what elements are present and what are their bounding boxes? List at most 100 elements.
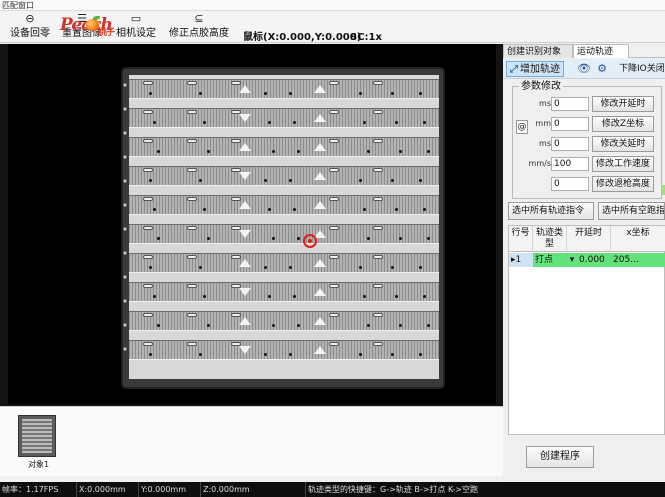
strip-dot (359, 92, 362, 95)
edge-bead (123, 347, 127, 351)
param-group-title: 参数修改 (519, 81, 563, 92)
gear-icon[interactable]: ⚙ (595, 62, 609, 76)
strip-dot (268, 121, 271, 124)
app-window: 匹配窗口 ⊖ 设备回零 ☰ 重置图像 ▭ 相机设定 ⊆ 修正点胶高度 鼠标(X:… (0, 0, 665, 497)
speed-input[interactable]: 100 (551, 157, 589, 171)
triangle-mark (314, 288, 326, 296)
strip-dot (289, 179, 292, 182)
strip-dot (199, 266, 202, 269)
strip-dot (289, 353, 292, 356)
strip-dot (264, 353, 267, 356)
triangle-mark (239, 114, 251, 122)
carrier-strip (129, 253, 439, 273)
strip-hole (187, 226, 197, 230)
strip-dot (293, 121, 296, 124)
edge-bead (123, 203, 127, 207)
tab-create-object[interactable]: 创建识别对象 (503, 44, 573, 58)
green-indicator (661, 185, 665, 195)
open-delay-input[interactable]: 0 (551, 97, 589, 111)
modify-open-delay-button[interactable]: 修改开延时 (592, 96, 654, 112)
edge-bead (123, 275, 127, 279)
edge-bead (123, 299, 127, 303)
strip-dot (423, 121, 426, 124)
strip-dot (149, 179, 152, 182)
io-status-label: 下降IO关闭 (619, 64, 665, 74)
strip-dot (419, 92, 422, 95)
strip-hole (329, 81, 339, 85)
object-thumbnail-bar: 对象1 (0, 406, 503, 476)
header-open-delay: 开延时 (567, 226, 611, 252)
crosshair-marker[interactable] (303, 234, 317, 248)
modify-retract-height-button[interactable]: 修改退枪高度 (592, 176, 654, 192)
strip-hole (187, 81, 197, 85)
close-delay-input[interactable]: 0 (551, 137, 589, 151)
strip-dot (363, 295, 366, 298)
strip-hole (329, 255, 339, 259)
modify-speed-button[interactable]: 修改工作速度 (592, 156, 654, 172)
tab-motion-track[interactable]: 运动轨迹 (573, 44, 629, 58)
triangle-mark (239, 172, 251, 180)
strip-dot (272, 237, 275, 240)
strip-dot (264, 179, 267, 182)
modify-close-delay-button[interactable]: 修改关延时 (592, 136, 654, 152)
strip-dot (427, 237, 430, 240)
dropdown-arrow-icon[interactable]: ▾ (567, 253, 577, 267)
strip-dot (359, 179, 362, 182)
right-panel: 创建识别对象 运动轨迹 ⤢ 增加轨迹 👁 ⚙ 下降IO关闭 参数修改 @ ms 0… (503, 44, 665, 482)
edge-bead (123, 107, 127, 111)
header-row-no: 行号 (509, 226, 533, 252)
strip-dot (199, 92, 202, 95)
strip-hole (143, 342, 153, 346)
triangle-mark (239, 259, 251, 267)
return-zero-button[interactable]: ⊖ 设备回零 (6, 11, 54, 43)
strip-dot (153, 208, 156, 211)
strip-dot (419, 266, 422, 269)
strip-dot (359, 353, 362, 356)
strip-dot (207, 237, 210, 240)
open-delay-cell[interactable]: 0.000 (577, 253, 611, 267)
carrier-strip (129, 311, 439, 331)
strip-hole (143, 81, 153, 85)
strip-dot (157, 237, 160, 240)
strip-hole (187, 168, 197, 172)
strip-hole (373, 81, 383, 85)
select-all-tracks-button[interactable]: 选中所有轨迹指令 (508, 202, 594, 220)
strip-hole (143, 284, 153, 288)
strip-hole (187, 197, 197, 201)
strip-dot (149, 353, 152, 356)
strip-hole (143, 139, 153, 143)
track-type-select[interactable]: 打点 (533, 253, 567, 267)
strip-dot (297, 324, 300, 327)
retract-height-input[interactable]: 0 (551, 177, 589, 191)
strip-hole (329, 168, 339, 172)
carrier-strip (129, 224, 439, 244)
table-row[interactable]: ▸1 (509, 253, 533, 267)
edge-bead (123, 131, 127, 135)
triangle-mark (239, 201, 251, 209)
object-thumbnail[interactable] (18, 415, 56, 457)
track-toolbar: ⤢ 增加轨迹 👁 ⚙ 下降IO关闭 (503, 59, 665, 79)
strip-hole (329, 110, 339, 114)
select-all-dry-run-button[interactable]: 选中所有空跑指令 (598, 202, 665, 220)
eye-icon[interactable]: 👁 (577, 62, 591, 76)
strip-dot (367, 237, 370, 240)
strip-dot (359, 266, 362, 269)
strip-hole (373, 255, 383, 259)
strip-dot (391, 353, 394, 356)
strip-dot (297, 150, 300, 153)
z-input[interactable]: 0 (551, 117, 589, 131)
fix-glue-height-button[interactable]: ⊆ 修正点胶高度 (166, 11, 232, 43)
create-program-button[interactable]: 创建程序 (526, 446, 594, 468)
triangle-mark (314, 143, 326, 151)
camera-viewport[interactable] (0, 44, 503, 406)
strip-dot (293, 208, 296, 211)
param-group: 参数修改 @ ms 0 修改开延时 mm 0 修改Z坐标 ms 0 修改关延时 … (512, 81, 662, 199)
camera-image[interactable] (8, 44, 496, 404)
modify-z-button[interactable]: 修改Z坐标 (592, 116, 654, 132)
add-track-button[interactable]: ⤢ 增加轨迹 (506, 61, 564, 77)
strip-dot (157, 324, 160, 327)
x-cell[interactable]: 205... (611, 253, 665, 267)
header-x: x坐标 (611, 226, 665, 252)
strip-hole (187, 313, 197, 317)
fps-readout: 帧率：1.17FPS (2, 485, 59, 494)
